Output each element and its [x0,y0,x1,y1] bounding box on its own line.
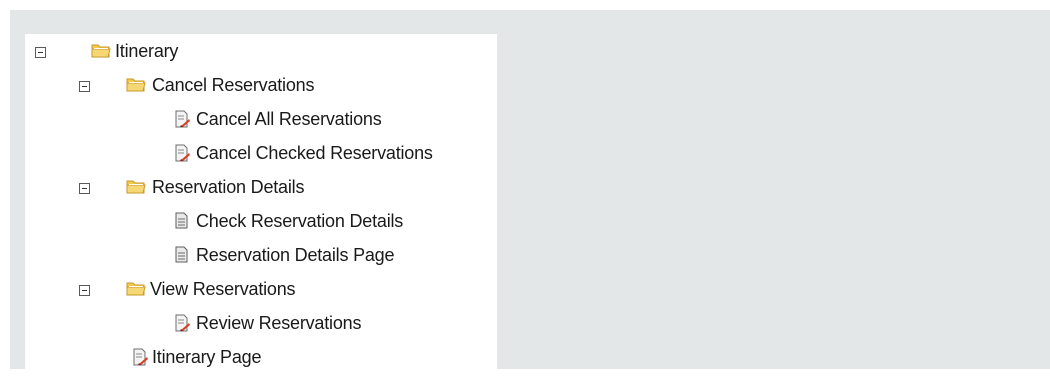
tree-node-itinerary[interactable]: Itinerary [91,34,178,68]
collapse-toggle-cancel-reservations[interactable] [79,81,90,92]
tree-node-cancel-all-reservations[interactable]: Cancel All Reservations [174,102,382,136]
folder-open-icon [91,43,111,59]
script-icon [174,314,190,332]
folder-open-icon [126,179,146,195]
tree-node-review-reservations[interactable]: Review Reservations [174,306,361,340]
document-icon [174,246,190,264]
tree-node-reservation-details[interactable]: Reservation Details [126,170,304,204]
tree-node-reservation-details-page[interactable]: Reservation Details Page [174,238,395,272]
collapse-toggle-itinerary[interactable] [35,47,46,58]
tree-node-label: Check Reservation Details [196,210,404,231]
tree-node-cancel-reservations[interactable]: Cancel Reservations [126,68,314,102]
tree-node-label: Cancel Reservations [152,74,315,95]
tree-node-view-reservations[interactable]: View Reservations [126,272,296,306]
tree-node-label: Cancel Checked Reservations [196,142,433,163]
tree-node-check-reservation-details[interactable]: Check Reservation Details [174,204,403,238]
tree-node-itinerary-page[interactable]: Itinerary Page [132,340,261,374]
script-icon [132,348,148,366]
tree-node-label: View Reservations [150,278,296,299]
tree-node-cancel-checked-reservations[interactable]: Cancel Checked Reservations [174,136,433,170]
tree-node-label: Reservation Details Page [196,244,395,265]
tree-node-label: Itinerary [115,40,179,61]
itinerary-tree: Itinerary Cancel Reservations Cancel All… [25,34,497,374]
tree-node-label: Itinerary Page [152,346,262,367]
tree-node-label: Review Reservations [196,312,362,333]
collapse-toggle-reservation-details[interactable] [79,183,90,194]
collapse-toggle-view-reservations[interactable] [79,285,90,296]
folder-open-icon [126,77,146,93]
tree-node-label: Reservation Details [152,176,305,197]
folder-open-icon [126,281,146,297]
document-icon [174,212,190,230]
script-icon [174,110,190,128]
tree-node-label: Cancel All Reservations [196,108,382,129]
script-icon [174,144,190,162]
